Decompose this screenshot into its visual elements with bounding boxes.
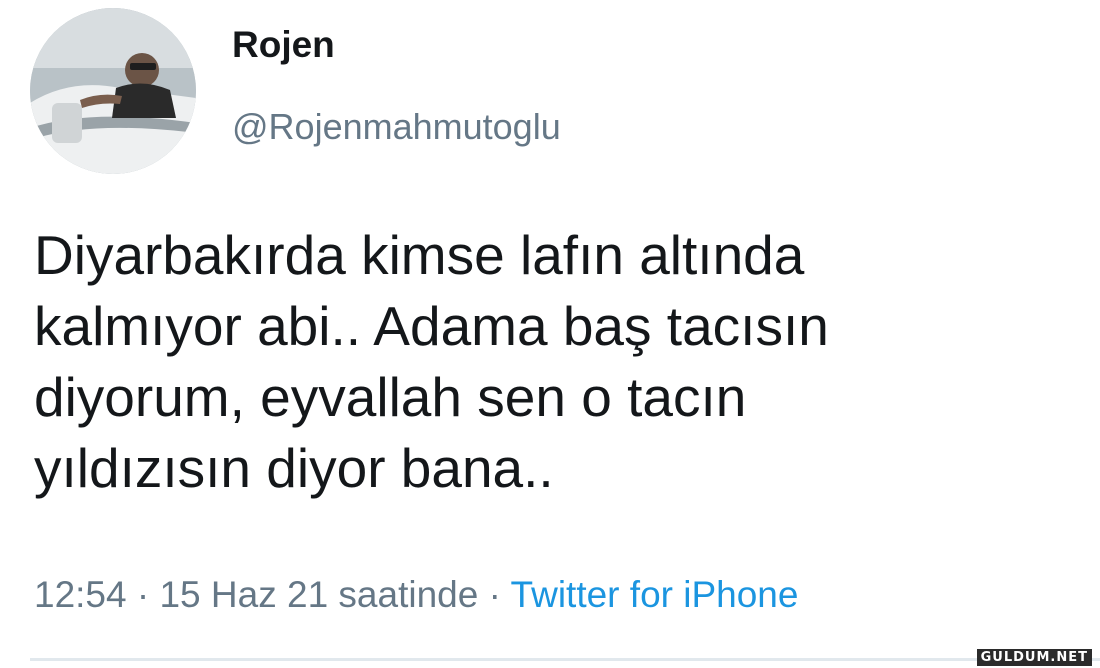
meta-separator: · xyxy=(126,574,160,615)
tweet-text-line: Diyarbakırda kimse lafın altında xyxy=(34,224,805,286)
tweet-date[interactable]: 15 Haz 21 saatinde xyxy=(159,574,478,615)
meta-separator: · xyxy=(478,574,511,615)
tweet-time[interactable]: 12:54 xyxy=(34,574,127,615)
tweet-source-link[interactable]: Twitter for iPhone xyxy=(511,574,799,615)
display-name[interactable]: Rojen xyxy=(232,24,335,66)
tweet-screenshot: Rojen @Rojenmahmutoglu Diyarbakırda kims… xyxy=(0,0,1100,668)
tweet-text-line: diyorum, eyvallah sen o tacın xyxy=(34,366,747,428)
tweet-meta: 12:54 · 15 Haz 21 saatinde · Twitter for… xyxy=(34,574,798,616)
user-handle[interactable]: @Rojenmahmutoglu xyxy=(232,106,561,148)
tweet-text: Diyarbakırda kimse lafın altında kalmıyo… xyxy=(34,220,1074,504)
tweet-text-line: yıldızısın diyor bana.. xyxy=(34,437,554,499)
divider xyxy=(30,658,1100,661)
avatar[interactable] xyxy=(30,8,196,174)
tweet-text-line: kalmıyor abi.. Adama baş tacısın xyxy=(34,295,829,357)
avatar-photo xyxy=(30,8,196,174)
watermark-logo: GULDUM.NET xyxy=(976,649,1092,666)
